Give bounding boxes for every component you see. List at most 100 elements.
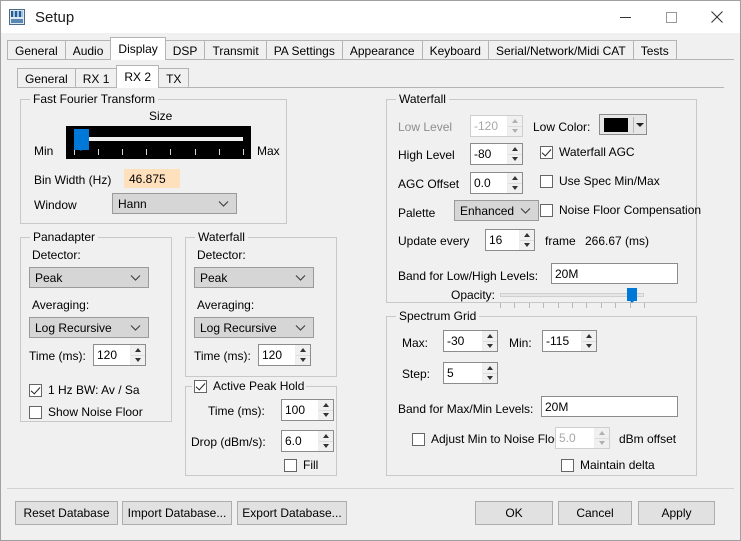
tab-keyboard[interactable]: Keyboard — [421, 40, 489, 60]
spectrum-step-spin-buttons[interactable] — [482, 363, 497, 383]
checkbox-icon — [284, 458, 297, 472]
import-database-button[interactable]: Import Database... — [122, 501, 232, 525]
opacity-slider-thumb[interactable] — [627, 288, 638, 303]
fft-size-slider[interactable] — [66, 126, 251, 159]
low-color-picker[interactable] — [599, 114, 647, 135]
spin-up-icon[interactable] — [508, 173, 522, 183]
high-level-stepper[interactable]: -80 — [470, 143, 523, 165]
low-level-label: Low Level — [398, 120, 453, 134]
peak-hold-drop-stepper[interactable]: 6.0 — [281, 430, 334, 452]
peak-hold-time-spin-buttons[interactable] — [318, 400, 333, 420]
ok-button[interactable]: OK — [475, 501, 553, 525]
tab-display[interactable]: Display — [110, 37, 166, 60]
spectrum-max-spin-buttons[interactable] — [482, 331, 497, 351]
frame-duration-value: 266.67 (ms) — [585, 234, 650, 248]
spin-up-icon[interactable] — [483, 363, 497, 373]
checkbox-use-spec-min-max[interactable]: Use Spec Min/Max — [540, 174, 660, 188]
tab-tests[interactable]: Tests — [632, 40, 677, 60]
tab-serial-network-midi-cat[interactable]: Serial/Network/Midi CAT — [487, 40, 634, 60]
spin-up-icon[interactable] — [319, 400, 333, 410]
chevron-down-icon[interactable] — [634, 123, 646, 127]
spin-up-icon[interactable] — [131, 345, 145, 355]
high-level-value: -80 — [474, 147, 492, 161]
tab-general[interactable]: General — [7, 40, 66, 60]
maximize-icon[interactable] — [648, 1, 694, 33]
spin-down-icon[interactable] — [520, 239, 534, 250]
waterfall-detector-select[interactable]: Peak — [194, 267, 314, 288]
subtab-tx[interactable]: TX — [158, 68, 190, 88]
peak-hold-time-stepper[interactable]: 100 — [281, 399, 334, 421]
spin-down-icon[interactable] — [483, 340, 497, 351]
tab-transmit[interactable]: Transmit — [204, 40, 267, 60]
waterfall-averaging-select[interactable]: Log Recursive — [194, 317, 314, 338]
spin-up-icon[interactable] — [508, 144, 522, 154]
tab-audio[interactable]: Audio — [64, 40, 112, 60]
subtab-rx1[interactable]: RX 1 — [74, 68, 118, 88]
checkbox-active-peak-hold-label: Active Peak Hold — [213, 379, 305, 393]
spin-down-icon[interactable] — [508, 182, 522, 193]
reset-database-button[interactable]: Reset Database — [15, 501, 118, 525]
window-select[interactable]: Hann — [112, 193, 237, 214]
spin-up-icon[interactable] — [520, 230, 534, 240]
spectrum-min-spin-buttons[interactable] — [581, 331, 596, 351]
agc-offset-stepper[interactable]: 0.0 — [470, 172, 523, 194]
checkbox-adjust-min-to-noise-floor[interactable]: Adjust Min to Noise Floor — [412, 432, 565, 446]
spin-down-icon[interactable] — [483, 372, 497, 383]
spectrum-max-stepper[interactable]: -30 — [443, 330, 498, 352]
minimize-icon[interactable] — [602, 1, 648, 33]
spin-down-icon[interactable] — [131, 354, 145, 365]
cancel-button[interactable]: Cancel — [558, 501, 632, 525]
checkbox-1hz-bw[interactable]: 1 Hz BW: Av / Sa — [29, 383, 140, 397]
tab-dsp[interactable]: DSP — [164, 40, 206, 60]
agc-offset-spin-buttons[interactable] — [507, 173, 522, 193]
spin-up-icon[interactable] — [483, 331, 497, 341]
tab-appearance[interactable]: Appearance — [341, 40, 423, 60]
export-database-button[interactable]: Export Database... — [237, 501, 347, 525]
checkbox-maintain-delta[interactable]: Maintain delta — [561, 458, 655, 472]
opacity-slider[interactable] — [494, 288, 650, 308]
spin-down-icon[interactable] — [319, 409, 333, 420]
panadapter-detector-select[interactable]: Peak — [29, 267, 149, 288]
update-every-stepper[interactable]: 16 — [485, 229, 535, 251]
close-icon[interactable] — [694, 1, 740, 33]
subtab-rx2[interactable]: RX 2 — [116, 65, 160, 88]
color-swatch — [604, 117, 628, 132]
peak-hold-drop-spin-buttons[interactable] — [318, 431, 333, 451]
spin-up-icon[interactable] — [319, 431, 333, 441]
high-level-spin-buttons[interactable] — [507, 144, 522, 164]
waterfall-time-spin-buttons[interactable] — [295, 345, 310, 365]
checkbox-fill[interactable]: Fill — [284, 458, 318, 472]
checkbox-icon — [561, 458, 574, 472]
checkbox-icon — [194, 379, 207, 393]
checkbox-use-spec-min-max-label: Use Spec Min/Max — [559, 174, 660, 188]
spectrum-min-stepper[interactable]: -115 — [542, 330, 597, 352]
checkbox-noise-floor-compensation-label: Noise Floor Compensation — [559, 203, 702, 217]
apply-button[interactable]: Apply — [638, 501, 715, 525]
checkbox-noise-floor-compensation[interactable]: Noise Floor Compensation — [540, 203, 701, 217]
update-every-spin-buttons[interactable] — [519, 230, 534, 250]
checkbox-icon — [540, 203, 553, 217]
spin-down-icon[interactable] — [508, 153, 522, 164]
panadapter-averaging-select[interactable]: Log Recursive — [29, 317, 149, 338]
spin-up-icon[interactable] — [582, 331, 596, 341]
subtab-general[interactable]: General — [17, 68, 76, 88]
chevron-down-icon — [130, 274, 141, 281]
chevron-down-icon — [520, 207, 531, 214]
checkbox-icon — [412, 432, 425, 446]
waterfall-time-stepper[interactable]: 120 — [258, 344, 311, 366]
panadapter-time-stepper[interactable]: 120 — [93, 344, 146, 366]
spin-down-icon[interactable] — [319, 440, 333, 451]
palette-select[interactable]: Enhanced — [454, 200, 539, 221]
checkbox-show-noise-floor[interactable]: Show Noise Floor — [29, 405, 143, 419]
spin-down-icon[interactable] — [582, 340, 596, 351]
band-low-high-input[interactable]: 20M — [551, 263, 678, 284]
spin-up-icon[interactable] — [296, 345, 310, 355]
tab-pa-settings[interactable]: PA Settings — [265, 40, 343, 60]
checkbox-waterfall-agc[interactable]: Waterfall AGC — [540, 145, 635, 159]
spectrum-step-stepper[interactable]: 5 — [443, 362, 498, 384]
fft-slider-thumb[interactable] — [73, 129, 89, 151]
panadapter-time-spin-buttons[interactable] — [130, 345, 145, 365]
checkbox-active-peak-hold[interactable]: Active Peak Hold — [194, 379, 304, 393]
band-max-min-input[interactable]: 20M — [541, 396, 678, 417]
spin-down-icon[interactable] — [296, 354, 310, 365]
